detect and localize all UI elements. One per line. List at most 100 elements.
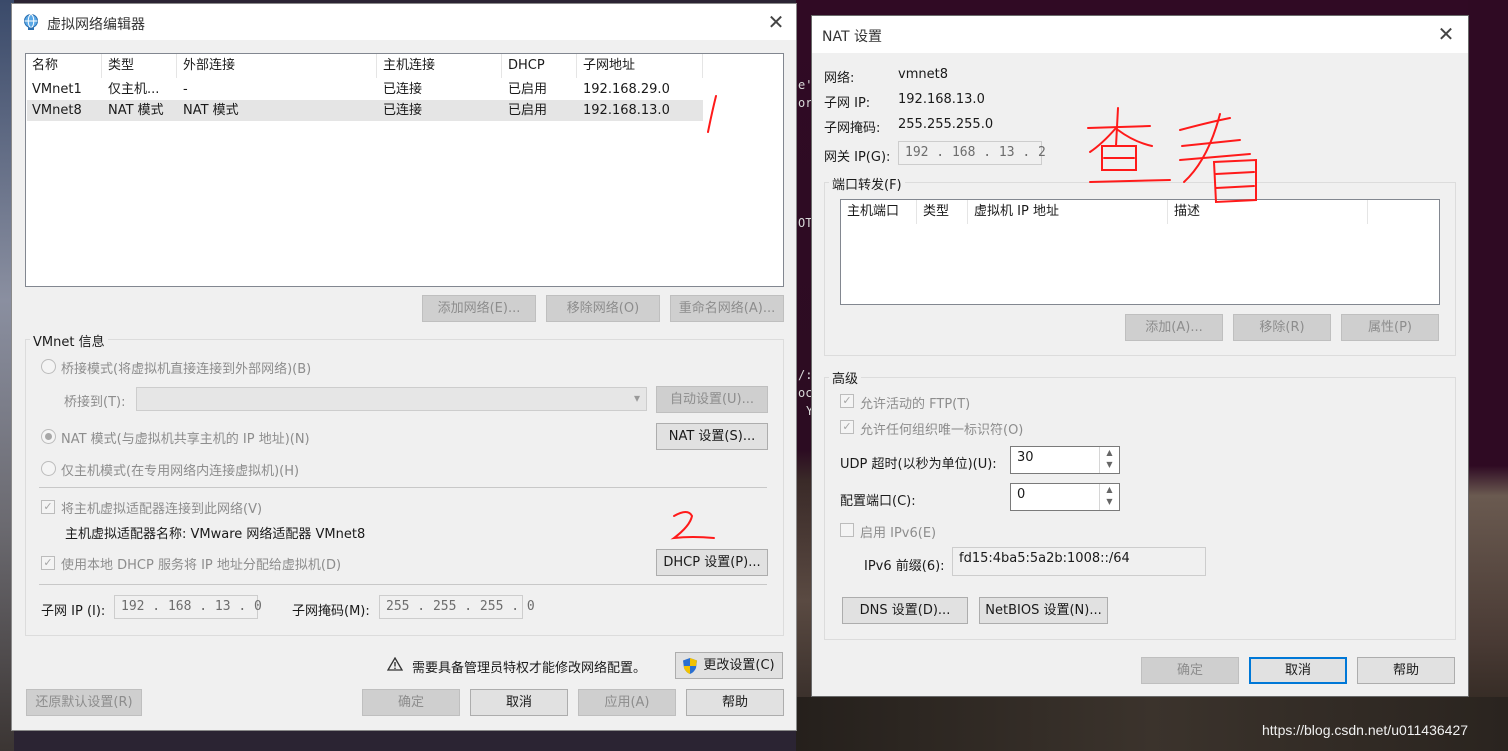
network-list[interactable]: 名称 类型 外部连接 主机连接 DHCP 子网地址 VMnet1 仅主机... … [25, 53, 784, 287]
config-port-spin[interactable]: ▲ ▼ [1099, 484, 1119, 510]
allow-oui-checkbox[interactable]: ✓ [840, 420, 854, 434]
column-header-host[interactable]: 主机连接 [377, 54, 502, 78]
close-icon[interactable]: ✕ [764, 10, 788, 34]
column-header-subnet[interactable]: 子网地址 [577, 54, 703, 78]
network-globe-icon [24, 14, 38, 30]
nat-settings-button[interactable]: NAT 设置(S)... [656, 423, 768, 450]
close-icon[interactable]: ✕ [1434, 22, 1458, 46]
subnet-ip-label: 子网 IP: [824, 96, 871, 111]
cell-host: 已连接 [383, 82, 423, 97]
remove-port-button[interactable]: 移除(R) [1233, 314, 1331, 341]
subnet-mask-value: 255.255.255.0 [898, 117, 994, 132]
ipv6-prefix-field[interactable]: fd15:4ba5:5a2b:1008::/64 [952, 547, 1206, 576]
rename-network-button[interactable]: 重命名网络(A)... [670, 295, 784, 322]
divider [39, 487, 767, 488]
connect-adapter-label: 将主机虚拟适配器连接到此网络(V) [61, 502, 263, 517]
remove-network-button[interactable]: 移除网络(O) [546, 295, 660, 322]
uac-shield-icon [683, 658, 697, 674]
cell-dhcp: 已启用 [508, 103, 548, 118]
host-only-label: 仅主机模式(在专用网络内连接虚拟机)(H) [61, 464, 300, 479]
chevron-down-icon: ▾ [633, 391, 640, 405]
netbios-settings-button[interactable]: NetBIOS 设置(N)... [979, 597, 1108, 624]
annotation-mark-1 [707, 95, 717, 133]
subnet-ip-label: 子网 IP (I): [41, 604, 106, 619]
ok-button[interactable]: 确定 [1141, 657, 1239, 684]
allow-ftp-checkbox[interactable]: ✓ [840, 394, 854, 408]
udp-timeout-spin[interactable]: ▲ ▼ [1099, 447, 1119, 473]
column-header-host-port[interactable]: 主机端口 [841, 200, 917, 224]
udp-timeout-label: UDP 超时(以秒为单位)(U): [840, 457, 997, 472]
nat-mode-radio[interactable] [41, 429, 56, 444]
advanced-title: 高级 [829, 368, 862, 387]
desktop-background-strip [1468, 0, 1508, 751]
cell-type: NAT 模式 [108, 103, 164, 118]
connect-adapter-checkbox[interactable]: ✓ [41, 500, 55, 514]
window-title: 虚拟网络编辑器 [47, 17, 145, 33]
config-port-stepper[interactable]: 0 ▲ ▼ [1010, 483, 1120, 511]
cell-subnet: 192.168.13.0 [583, 103, 670, 118]
nat-mode-label: NAT 模式(与虚拟机共享主机的 IP 地址)(N) [61, 432, 310, 447]
allow-ftp-label: 允许活动的 FTP(T) [860, 397, 971, 412]
network-value: vmnet8 [898, 67, 948, 82]
adapter-name-text: 主机虚拟适配器名称: VMware 网络适配器 VMnet8 [65, 527, 366, 542]
cell-external: NAT 模式 [183, 103, 239, 118]
add-network-button[interactable]: 添加网络(E)... [422, 295, 536, 322]
annotation-mark-2 [670, 511, 715, 540]
add-port-button[interactable]: 添加(A)... [1125, 314, 1223, 341]
divider [39, 584, 767, 585]
annotation-chinese-view [1087, 107, 1257, 204]
change-settings-button[interactable]: 更改设置(C) [675, 652, 783, 679]
virtual-network-editor-window: 虚拟网络编辑器 ✕ 名称 类型 外部连接 主机连接 DHCP 子网地址 VMne… [11, 3, 797, 731]
allow-oui-label: 允许任何组织唯一标识符(O) [860, 423, 1024, 438]
cell-type: 仅主机... [108, 82, 160, 97]
port-properties-button[interactable]: 属性(P) [1341, 314, 1439, 341]
window-title: NAT 设置 [822, 29, 882, 45]
admin-notice-text: 需要具备管理员特权才能修改网络配置。 [412, 661, 647, 676]
vmnet-info-title: VMnet 信息 [30, 331, 108, 350]
dhcp-settings-button[interactable]: DHCP 设置(P)... [656, 549, 768, 576]
cancel-button[interactable]: 取消 [1249, 657, 1347, 684]
column-header-dhcp[interactable]: DHCP [502, 54, 577, 78]
subnet-mask-label: 子网掩码(M): [292, 604, 370, 619]
dns-settings-button[interactable]: DNS 设置(D)... [842, 597, 968, 624]
udp-timeout-value: 30 [1017, 450, 1034, 465]
warning-icon [387, 657, 403, 671]
title-bar: NAT 设置 ✕ [812, 16, 1468, 53]
restore-defaults-button[interactable]: 还原默认设置(R) [26, 689, 142, 716]
cell-host: 已连接 [383, 103, 423, 118]
bridged-mode-radio[interactable] [41, 359, 56, 374]
dhcp-checkbox[interactable]: ✓ [41, 556, 55, 570]
auto-settings-button[interactable]: 自动设置(U)... [656, 386, 768, 413]
port-forwarding-title: 端口转发(F) [829, 174, 905, 193]
network-label: 网络: [824, 71, 855, 86]
config-port-label: 配置端口(C): [840, 494, 916, 509]
watermark-text: https://blog.csdn.net/u011436427 [1262, 722, 1469, 738]
enable-ipv6-checkbox[interactable] [840, 523, 854, 537]
port-forwarding-list[interactable]: 主机端口 类型 虚拟机 IP 地址 描述 [840, 199, 1440, 305]
column-header-external[interactable]: 外部连接 [177, 54, 377, 78]
column-header-type[interactable]: 类型 [102, 54, 177, 78]
subnet-mask-field[interactable]: 255 . 255 . 255 . 0 [379, 595, 535, 619]
subnet-ip-field[interactable]: 192 . 168 . 13 . 0 [114, 595, 262, 619]
ok-button[interactable]: 确定 [362, 689, 460, 716]
host-only-radio[interactable] [41, 461, 56, 476]
column-header-name[interactable]: 名称 [26, 54, 102, 78]
udp-timeout-stepper[interactable]: 30 ▲ ▼ [1010, 446, 1120, 474]
cell-external: - [183, 82, 188, 97]
apply-button[interactable]: 应用(A) [578, 689, 676, 716]
help-button[interactable]: 帮助 [686, 689, 784, 716]
cell-name: VMnet8 [32, 103, 82, 118]
cancel-button[interactable]: 取消 [470, 689, 568, 716]
bridged-mode-label: 桥接模式(将虚拟机直接连接到外部网络)(B) [61, 362, 312, 377]
gateway-label: 网关 IP(G): [824, 150, 891, 165]
help-button[interactable]: 帮助 [1357, 657, 1455, 684]
bridged-to-label: 桥接到(T): [64, 395, 126, 410]
dhcp-label: 使用本地 DHCP 服务将 IP 地址分配给虚拟机(D) [61, 558, 342, 573]
subnet-ip-value: 192.168.13.0 [898, 92, 985, 107]
column-header-type[interactable]: 类型 [917, 200, 968, 224]
subnet-mask-label: 子网掩码: [824, 121, 881, 136]
cell-dhcp: 已启用 [508, 82, 548, 97]
bridged-to-dropdown[interactable]: ▾ [136, 387, 647, 411]
cell-name: VMnet1 [32, 82, 82, 97]
gateway-field[interactable]: 192 . 168 . 13 . 2 [898, 141, 1046, 165]
